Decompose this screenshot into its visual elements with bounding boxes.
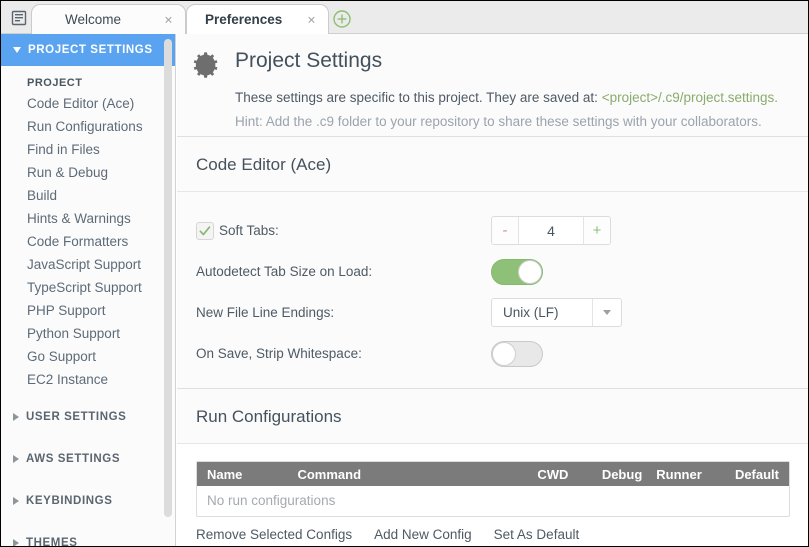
row-strip-whitespace: On Save, Strip Whitespace: [177, 333, 809, 374]
autodetect-tab-size-toggle[interactable] [491, 259, 543, 285]
tab-size-input[interactable]: 4 [519, 217, 583, 244]
sidebar-scrollbar[interactable] [164, 39, 172, 517]
close-icon[interactable]: × [162, 13, 175, 26]
sidebar-item-hints-and-warnings[interactable]: Hints & Warnings [1, 207, 175, 230]
page-title: Project Settings [235, 49, 382, 73]
chevron-down-icon [592, 299, 621, 326]
sidebar-item-go-support[interactable]: Go Support [1, 345, 175, 368]
set-as-default-button[interactable]: Set As Default [494, 527, 580, 542]
chevron-right-icon [13, 455, 19, 463]
sidebar-item-run-and-debug[interactable]: Run & Debug [1, 161, 175, 184]
sidebar-group-themes[interactable]: THEMES [1, 527, 175, 547]
toggle-knob [492, 342, 516, 366]
strip-whitespace-label: On Save, Strip Whitespace: [196, 346, 362, 361]
plus-circle-icon[interactable] [331, 8, 353, 30]
tab-preferences[interactable]: Preferences × [186, 4, 329, 34]
sidebar-item-python-support[interactable]: Python Support [1, 322, 175, 345]
strip-whitespace-toggle-wrap [491, 341, 543, 367]
table-empty-message: No run configurations [197, 486, 789, 516]
tab-welcome-label: Welcome [65, 12, 121, 27]
toggle-knob [518, 260, 542, 284]
column-header-runner[interactable]: Runner [646, 467, 725, 482]
tab-bar: Welcome × Preferences × [1, 1, 809, 34]
sidebar-group-user-settings[interactable]: USER SETTINGS [1, 401, 175, 433]
sidebar-spacer [1, 433, 175, 443]
line-endings-value: Unix (LF) [492, 299, 592, 326]
increment-button[interactable]: + [583, 217, 610, 244]
row-autodetect-tab-size: Autodetect Tab Size on Load: [177, 251, 809, 292]
remove-selected-configs-button[interactable]: Remove Selected Configs [196, 527, 352, 542]
sidebar-group-label: KEYBINDINGS [26, 495, 112, 507]
table-header-row: Name Command CWD Debug Runner Default [197, 462, 789, 486]
sidebar-item-ec2-instance[interactable]: EC2 Instance [1, 368, 175, 391]
strip-whitespace-toggle[interactable] [491, 341, 543, 367]
add-new-config-button[interactable]: Add New Config [374, 527, 472, 542]
sidebar-spacer [1, 475, 175, 485]
settings-main-panel: Project Settings These settings are spec… [177, 34, 809, 547]
sidebar-subheading-project: PROJECT [1, 66, 175, 92]
chevron-down-icon [13, 47, 21, 53]
row-soft-tabs: Soft Tabs: - 4 + [177, 210, 809, 251]
page-description: These settings are specific to this proj… [235, 90, 778, 105]
tab-preferences-label: Preferences [205, 12, 282, 27]
sidebar-group-label: USER SETTINGS [26, 411, 126, 423]
sidebar-group-aws-settings[interactable]: AWS SETTINGS [1, 443, 175, 475]
sidebar-group-keybindings[interactable]: KEYBINDINGS [1, 485, 175, 517]
chevron-right-icon [13, 539, 19, 547]
chevron-right-icon [13, 413, 19, 421]
sidebar-item-code-formatters[interactable]: Code Formatters [1, 230, 175, 253]
line-endings-label: New File Line Endings: [196, 305, 334, 320]
soft-tabs-checkbox[interactable] [196, 222, 214, 240]
sidebar-item-javascript-support[interactable]: JavaScript Support [1, 253, 175, 276]
column-header-command[interactable]: Command [287, 467, 469, 482]
gear-icon [193, 51, 221, 79]
sidebar-group-label: AWS SETTINGS [26, 453, 120, 465]
autodetect-tab-size-label: Autodetect Tab Size on Load: [196, 264, 372, 279]
tab-welcome[interactable]: Welcome × [31, 4, 186, 34]
page-description-text: These settings are specific to this proj… [235, 90, 602, 105]
settings-file-path: <project>/.c9/project.settings. [602, 90, 778, 105]
column-header-cwd[interactable]: CWD [469, 467, 572, 482]
row-line-endings: New File Line Endings: Unix (LF) [177, 292, 809, 333]
column-header-default[interactable]: Default [725, 467, 789, 482]
chevron-right-icon [13, 497, 19, 505]
sidebar-group-label: THEMES [26, 537, 78, 547]
column-header-debug[interactable]: Debug [572, 467, 646, 482]
autodetect-toggle-wrap [491, 259, 543, 285]
close-icon[interactable]: × [305, 13, 318, 26]
sidebar-item-php-support[interactable]: PHP Support [1, 299, 175, 322]
run-configurations-table: Name Command CWD Debug Runner Default No… [196, 461, 790, 517]
decrement-button[interactable]: - [492, 217, 519, 244]
menu-icon[interactable] [8, 7, 30, 29]
column-header-name[interactable]: Name [197, 467, 287, 482]
section-body-code-editor: Soft Tabs: - 4 + Autodetect Tab Size on … [177, 192, 809, 389]
section-title-run-configurations: Run Configurations [177, 389, 809, 444]
sidebar-item-find-in-files[interactable]: Find in Files [1, 138, 175, 161]
sidebar-group-label: PROJECT SETTINGS [28, 44, 153, 56]
sidebar-group-project-settings[interactable]: PROJECT SETTINGS [1, 34, 175, 66]
sidebar-spacer [1, 391, 175, 401]
run-configurations-actions: Remove Selected Configs Add New Config S… [196, 527, 809, 542]
line-endings-select-wrap: Unix (LF) [491, 298, 622, 327]
soft-tabs-label: Soft Tabs: [219, 223, 279, 238]
sidebar-item-typescript-support[interactable]: TypeScript Support [1, 276, 175, 299]
sidebar-item-code-editor[interactable]: Code Editor (Ace) [1, 92, 175, 115]
soft-tabs-stepper-wrap: - 4 + [491, 216, 611, 245]
sidebar-spacer [1, 517, 175, 527]
line-endings-select[interactable]: Unix (LF) [491, 298, 622, 327]
preferences-window: Welcome × Preferences × PROJECT SETTINGS… [0, 0, 809, 547]
sidebar-item-run-configurations[interactable]: Run Configurations [1, 115, 175, 138]
section-body-run-configurations: Name Command CWD Debug Runner Default No… [177, 461, 809, 542]
settings-sidebar: PROJECT SETTINGS PROJECT Code Editor (Ac… [1, 34, 176, 547]
section-title-code-editor: Code Editor (Ace) [177, 137, 809, 192]
sidebar-item-build[interactable]: Build [1, 184, 175, 207]
tab-size-stepper: - 4 + [491, 216, 611, 245]
page-hint: Hint: Add the .c9 folder to your reposit… [235, 114, 762, 129]
page-header: Project Settings These settings are spec… [177, 34, 809, 137]
